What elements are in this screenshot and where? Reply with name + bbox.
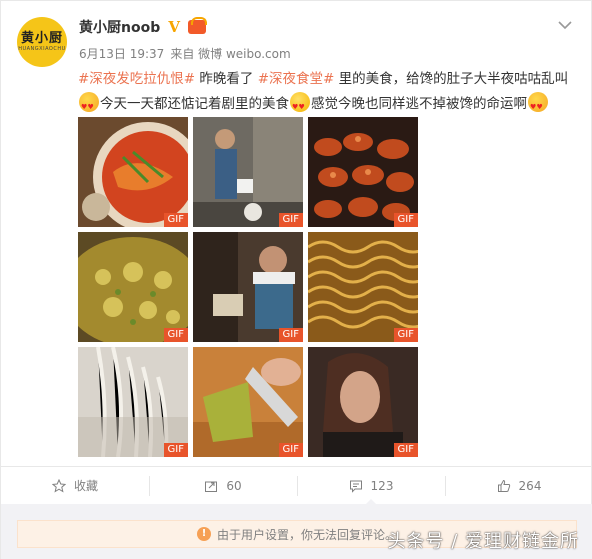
avatar-text: 黄小厨 bbox=[20, 31, 63, 46]
favorite-button[interactable]: 收藏 bbox=[1, 467, 149, 504]
comment-count: 123 bbox=[370, 478, 394, 493]
gif-badge: GIF bbox=[278, 443, 303, 457]
woman-eating-image bbox=[308, 347, 418, 457]
gif-badge: GIF bbox=[393, 328, 418, 342]
gif-thumbnail[interactable]: GIF bbox=[308, 232, 418, 342]
gif-badge: GIF bbox=[163, 328, 188, 342]
gif-thumbnail[interactable]: GIF bbox=[193, 347, 303, 457]
repost-count: 60 bbox=[226, 478, 242, 493]
gif-badge: GIF bbox=[163, 213, 188, 227]
chevron-down-icon[interactable] bbox=[557, 17, 573, 33]
comment-icon bbox=[349, 480, 362, 493]
braised-sausage-image bbox=[308, 117, 418, 227]
like-button[interactable]: 264 bbox=[445, 467, 592, 504]
gif-thumbnail[interactable]: GIF bbox=[78, 232, 188, 342]
laughing-emoji-icon bbox=[290, 92, 310, 120]
gif-thumbnail[interactable]: GIF bbox=[308, 347, 418, 457]
knife-chopping-image bbox=[193, 347, 303, 457]
avatar-subtext: HUANGXIAOCHU bbox=[18, 46, 66, 52]
gif-thumbnail[interactable]: GIF bbox=[78, 347, 188, 457]
username-row: 黄小厨noob V bbox=[79, 17, 208, 37]
warning-icon: ! bbox=[196, 527, 211, 541]
gif-badge: GIF bbox=[393, 443, 418, 457]
noodle-strands-image bbox=[78, 347, 188, 457]
avatar[interactable]: 黄小厨 HUANGXIAOCHU bbox=[17, 17, 67, 67]
heart-eyes-emoji-icon bbox=[528, 92, 548, 120]
frying-oil-image bbox=[78, 232, 188, 342]
image-grid: GIF GIF GIF GIF GIF GIF GIF GIF GIF bbox=[78, 117, 418, 457]
weibo-post-card: 黄小厨 HUANGXIAOCHU 黄小厨noob V 6月13日 19:37 来… bbox=[0, 0, 592, 559]
post-text-part-4: 感觉今晚也同样逃不掉被馋的命运啊 bbox=[311, 96, 527, 112]
post-text-part-2: 里的美食，给馋的肚子大半夜咕咕乱叫 bbox=[334, 71, 569, 87]
gif-thumbnail[interactable]: GIF bbox=[193, 232, 303, 342]
like-count: 264 bbox=[518, 478, 542, 493]
thumbs-up-icon bbox=[497, 479, 510, 492]
favorite-label: 收藏 bbox=[73, 479, 98, 493]
instant-noodles-image bbox=[308, 232, 418, 342]
gif-badge: GIF bbox=[163, 443, 188, 457]
gif-badge: GIF bbox=[393, 213, 418, 227]
post-date[interactable]: 6月13日 19:37 bbox=[79, 45, 164, 62]
post-meta: 6月13日 19:37 来自 微博 weibo.com bbox=[79, 45, 291, 62]
gif-thumbnail[interactable]: GIF bbox=[193, 117, 303, 227]
noodle-bowl-image bbox=[78, 117, 188, 227]
heart-eyes-emoji-icon bbox=[79, 92, 99, 120]
comment-button[interactable]: 123 bbox=[297, 467, 445, 505]
star-icon bbox=[51, 478, 66, 493]
post-text: #深夜发吃拉仇恨# 昨晚看了 #深夜食堂# 里的美食，给馋的肚子大半夜咕咕乱叫 … bbox=[78, 67, 578, 120]
repost-icon bbox=[205, 481, 218, 492]
gif-thumbnail[interactable]: GIF bbox=[78, 117, 188, 227]
chef-cooking-image bbox=[193, 117, 303, 227]
repost-button[interactable]: 60 bbox=[149, 467, 297, 504]
hashtag-link-1[interactable]: #深夜发吃拉仇恨# bbox=[78, 71, 195, 87]
member-crown-icon[interactable] bbox=[188, 17, 208, 34]
gif-badge: GIF bbox=[278, 213, 303, 227]
notice-text: 由于用户设置，你无法回复评论。 bbox=[216, 527, 397, 542]
post-text-part-1: 昨晚看了 bbox=[195, 71, 258, 87]
watermark: 头条号 / 爱理财链金所 bbox=[387, 531, 579, 552]
hashtag-link-2[interactable]: #深夜食堂# bbox=[258, 71, 335, 87]
username-link[interactable]: 黄小厨noob bbox=[79, 17, 160, 37]
verified-v-icon[interactable]: V bbox=[166, 18, 182, 36]
post-text-part-3: 今天一天都还惦记着剧里的美食 bbox=[100, 96, 289, 112]
post-source[interactable]: 来自 微博 weibo.com bbox=[170, 45, 290, 62]
chef-towel-image bbox=[193, 232, 303, 342]
action-bar: 收藏 60 123 264 bbox=[1, 466, 592, 505]
gif-badge: GIF bbox=[278, 328, 303, 342]
gif-thumbnail[interactable]: GIF bbox=[308, 117, 418, 227]
